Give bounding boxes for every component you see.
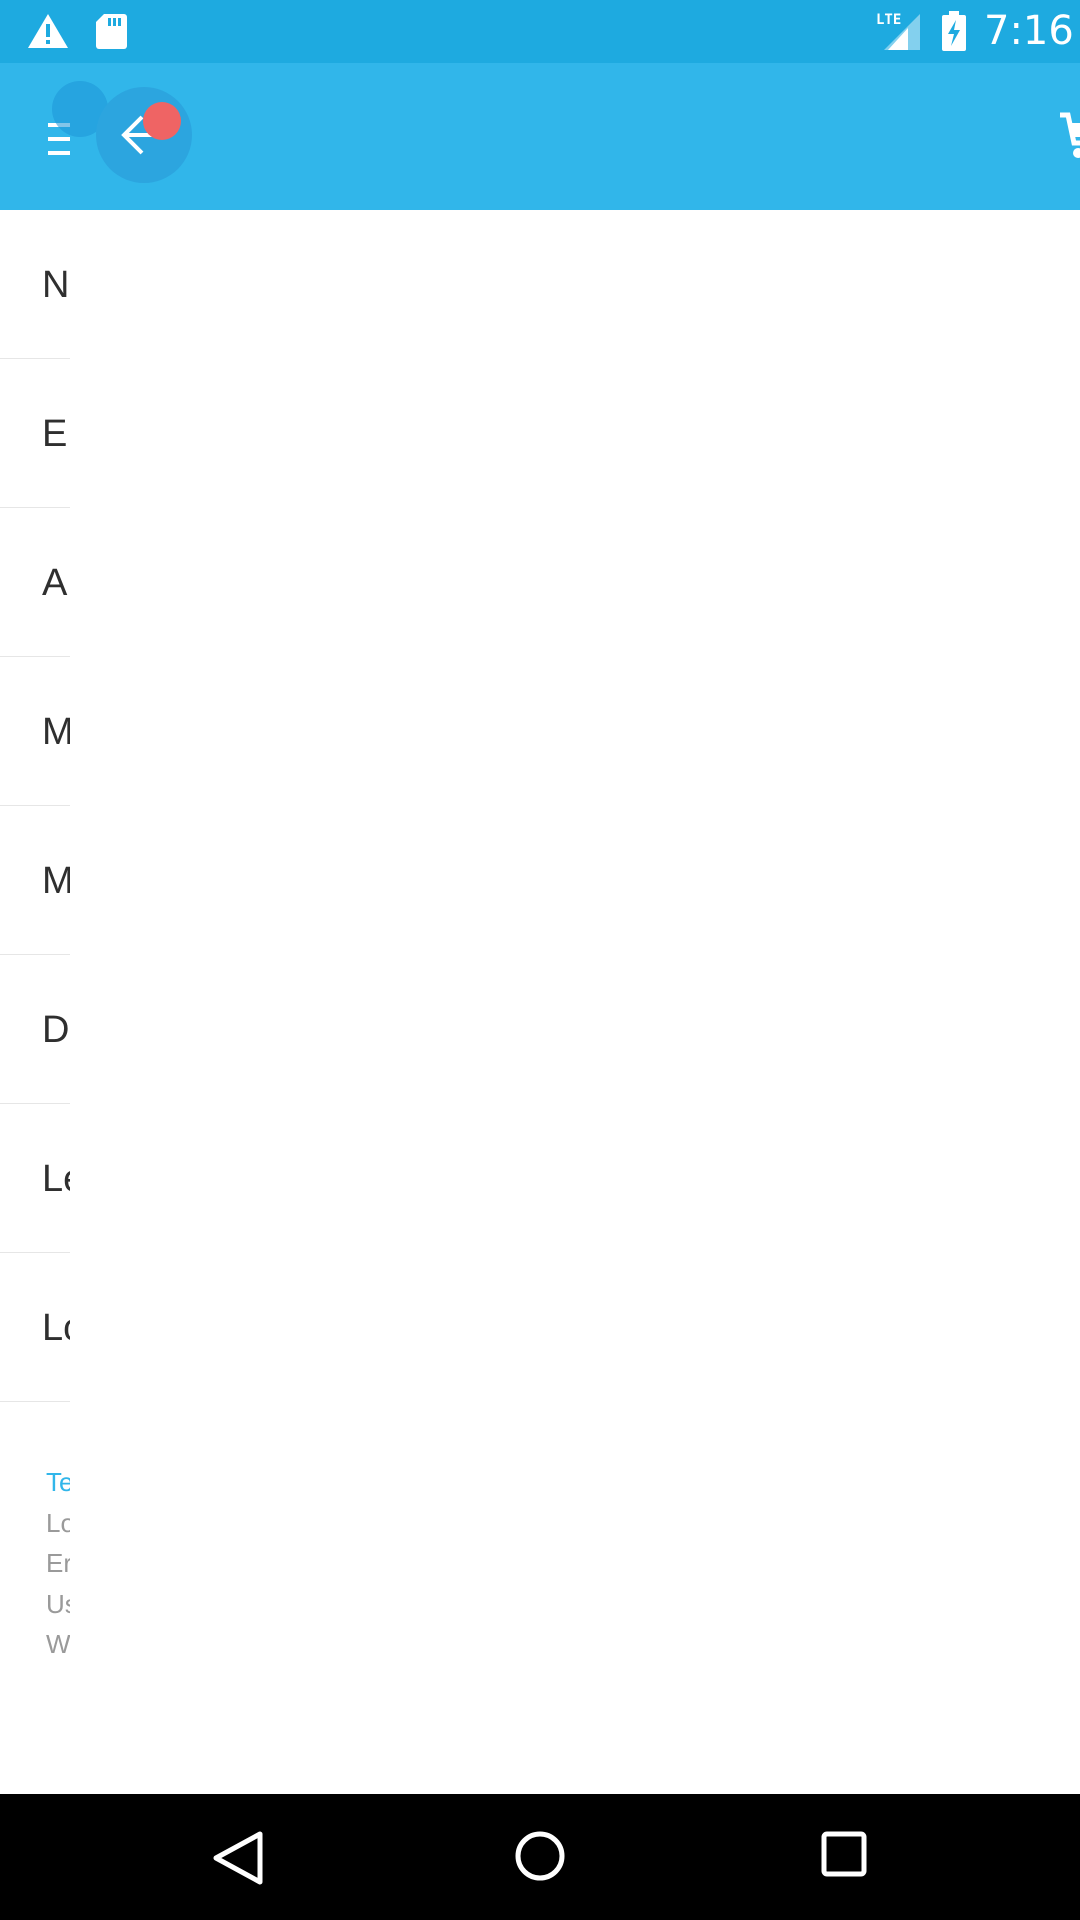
drawer-item-label: M	[42, 859, 70, 903]
drawer-item[interactable]: Lo	[0, 1253, 70, 1402]
back-button[interactable]	[96, 87, 192, 183]
nav-recents-icon[interactable]	[820, 1830, 868, 1878]
drawer-item-label: N	[42, 264, 70, 306]
footer-link[interactable]: Te	[0, 1462, 70, 1503]
drawer-item-label: Le	[42, 1158, 70, 1200]
drawer-item[interactable]: Le	[0, 1104, 70, 1253]
drawer-item[interactable]: N	[0, 210, 70, 359]
battery-charging-icon	[942, 11, 966, 51]
footer-link[interactable]: Er	[0, 1543, 70, 1584]
lte-label: LTE	[876, 12, 901, 28]
footer-link[interactable]: Lo	[0, 1503, 70, 1544]
drawer-item[interactable]: M	[0, 806, 70, 955]
nav-back-icon[interactable]	[210, 1830, 264, 1886]
nav-home-icon[interactable]	[512, 1828, 568, 1884]
warning-icon	[28, 14, 68, 48]
drawer-item[interactable]: D	[0, 955, 70, 1104]
drawer-footer-links: Te Lo Er Us W	[0, 1462, 70, 1665]
drawer-item[interactable]: M	[0, 657, 70, 806]
status-time: 7:16	[984, 8, 1074, 54]
drawer-item-label: M	[42, 710, 70, 754]
sd-card-icon	[96, 14, 127, 49]
drawer-menu: N E A M M D Le Lo	[0, 210, 70, 1402]
drawer-item[interactable]: E	[0, 359, 70, 508]
drawer-item-label: A	[42, 562, 68, 604]
app-screen: LTE 7:16 N E A D L L Te Lo Er U W	[0, 0, 1080, 1920]
system-nav-bar	[0, 1794, 1080, 1920]
drawer-item-label: Lo	[42, 1307, 70, 1349]
lte-signal-icon: LTE	[876, 12, 920, 50]
drawer-item-label: D	[42, 1009, 70, 1051]
app-toolbar	[0, 63, 1080, 210]
footer-link[interactable]: W	[0, 1624, 70, 1665]
drawer-item-label: E	[42, 413, 68, 455]
status-bar: LTE 7:16	[0, 0, 1080, 63]
drawer-item[interactable]: A	[0, 508, 70, 657]
notification-badge	[143, 102, 181, 140]
cart-icon[interactable]	[1058, 107, 1080, 163]
footer-link[interactable]: Us	[0, 1584, 70, 1625]
